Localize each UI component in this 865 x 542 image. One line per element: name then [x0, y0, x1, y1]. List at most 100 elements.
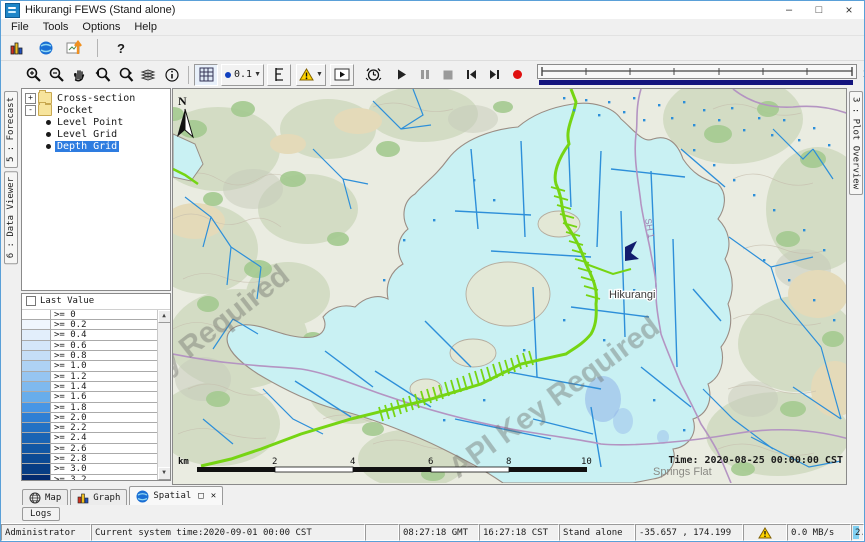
help-button[interactable]: ?: [109, 41, 133, 56]
tree-item-level-point[interactable]: Level Point: [32, 116, 170, 128]
contour-threshold-dropdown[interactable]: 0.1 ▼: [221, 64, 264, 86]
globe-icon[interactable]: [34, 37, 57, 59]
time-slider[interactable]: [537, 64, 857, 85]
record-button[interactable]: [506, 64, 529, 86]
tree-item-label[interactable]: Level Grid: [55, 129, 119, 140]
legend-row: >= 3.2: [22, 475, 157, 481]
tab-map[interactable]: Map: [22, 489, 68, 505]
tree-item-label[interactable]: Pocket: [55, 105, 95, 116]
legend-label: >= 1.4: [51, 382, 157, 392]
pause-button[interactable]: [414, 64, 437, 86]
tree-item-label[interactable]: Cross-section: [55, 93, 137, 104]
tab-data-viewer[interactable]: 6 : Data Viewer: [4, 171, 18, 264]
close-tab-icon[interactable]: ✕: [211, 491, 216, 501]
layers-icon[interactable]: [137, 64, 160, 86]
thresholds-warning-dropdown[interactable]: ▼: [296, 64, 326, 86]
animation-button[interactable]: [330, 64, 354, 86]
warning-icon: [758, 527, 772, 539]
map-toolbar: 0.1 ▼ ▼: [1, 61, 864, 88]
tab-spatial[interactable]: Spatial □ ✕: [129, 486, 223, 505]
status-download-rate: 0.0 MB/s: [787, 524, 851, 541]
stop-button[interactable]: [437, 64, 460, 86]
float-tab-icon[interactable]: □: [198, 491, 203, 501]
folder-icon: [38, 104, 52, 116]
collapse-icon[interactable]: -: [25, 105, 36, 116]
logs-button[interactable]: Logs: [22, 507, 60, 521]
tree-item-depth-grid[interactable]: Depth Grid: [32, 140, 170, 152]
status-memory: 2.5 GB: [851, 524, 864, 541]
legend-row: >= 2.6: [22, 444, 157, 454]
legend-row: >= 3.0: [22, 464, 157, 474]
status-warning-cell[interactable]: [743, 524, 787, 541]
zoom-previous-icon[interactable]: [91, 64, 114, 86]
timer-icon[interactable]: [362, 64, 385, 86]
legend-label: >= 0.4: [51, 330, 157, 340]
chevron-down-icon: ▼: [254, 71, 261, 78]
legend-row: >= 0.6: [22, 341, 157, 351]
legend-panel: Last Value >= 0 >= 0.2 >= 0.4 >= 0.6 >= …: [21, 293, 171, 481]
wireframe-globe-icon: [29, 492, 41, 504]
tree-item-label-selected[interactable]: Depth Grid: [55, 141, 119, 152]
tab-spatial-label: Spatial: [153, 491, 191, 501]
legend-label: >= 1.2: [51, 372, 157, 382]
zoom-next-icon[interactable]: [114, 64, 137, 86]
tree-item-label[interactable]: Level Point: [55, 117, 125, 128]
legend-scrollbar[interactable]: ▲ ▼: [157, 310, 170, 480]
menu-options[interactable]: Options: [75, 21, 127, 33]
grid-toggle-button[interactable]: [194, 64, 218, 86]
skip-start-button[interactable]: [460, 64, 483, 86]
expand-icon[interactable]: +: [25, 93, 36, 104]
menu-bar: File Tools Options Help: [1, 19, 864, 36]
play-button[interactable]: [391, 64, 414, 86]
menu-tools[interactable]: Tools: [36, 21, 76, 33]
status-gmt-time: 08:27:18 GMT: [399, 524, 479, 541]
legend-swatch: [22, 475, 51, 481]
legend-swatch: [22, 372, 51, 382]
legend-title: Last Value: [40, 296, 94, 306]
scroll-down-icon[interactable]: ▼: [158, 467, 171, 480]
tab-plot-overview[interactable]: 3 : Plot Overview: [849, 91, 863, 195]
reports-icon[interactable]: [5, 37, 28, 59]
profile-button[interactable]: [267, 64, 291, 86]
last-value-checkbox[interactable]: [26, 296, 36, 306]
pan-hand-icon[interactable]: [68, 64, 91, 86]
svg-text:4: 4: [350, 457, 355, 467]
legend-swatch: [22, 423, 51, 433]
legend-row: >= 2.2: [22, 423, 157, 433]
time-slider-track[interactable]: [537, 64, 857, 79]
legend-label: >= 3.0: [51, 464, 157, 474]
map-time-overlay: Time: 2020-08-25 00:00:00 CST: [668, 454, 843, 466]
legend-row: >= 0.8: [22, 351, 157, 361]
map-viewport[interactable]: SH 1: [172, 88, 847, 485]
legend-label: >= 2.8: [51, 454, 157, 464]
tree-item-pocket[interactable]: - Pocket: [22, 104, 170, 116]
bottom-tab-bar: Map Graph Spatial □ ✕: [1, 485, 864, 505]
toolbar-separator: [97, 39, 98, 57]
status-user: Administrator: [1, 524, 91, 541]
tree-item-level-grid[interactable]: Level Grid: [32, 128, 170, 140]
menu-help[interactable]: Help: [127, 21, 164, 33]
close-button[interactable]: ×: [834, 1, 864, 19]
legend-swatch: [22, 433, 51, 443]
svg-text:2: 2: [272, 457, 277, 467]
legend-swatch: [22, 351, 51, 361]
svg-text:N: N: [178, 94, 187, 108]
zoom-out-icon[interactable]: [45, 64, 68, 86]
maximize-button[interactable]: □: [804, 1, 834, 19]
legend-row: >= 0.4: [22, 330, 157, 340]
chart-export-icon[interactable]: [63, 37, 86, 59]
tab-graph[interactable]: Graph: [70, 489, 127, 505]
chevron-down-icon: ▼: [316, 71, 323, 78]
info-icon[interactable]: [160, 64, 183, 86]
menu-file[interactable]: File: [4, 21, 36, 33]
minimize-button[interactable]: –: [774, 1, 804, 19]
map-canvas[interactable]: SH 1: [173, 89, 847, 483]
tab-forecast[interactable]: 5 : Forecast: [4, 91, 18, 168]
legend-swatch: [22, 464, 51, 474]
app-window: Hikurangi FEWS (Stand alone) – □ × File …: [0, 0, 865, 542]
legend-swatch: [22, 330, 51, 340]
scroll-up-icon[interactable]: ▲: [158, 310, 171, 323]
skip-end-button[interactable]: [483, 64, 506, 86]
title-bar: Hikurangi FEWS (Stand alone) – □ ×: [1, 1, 864, 19]
zoom-in-icon[interactable]: [22, 64, 45, 86]
